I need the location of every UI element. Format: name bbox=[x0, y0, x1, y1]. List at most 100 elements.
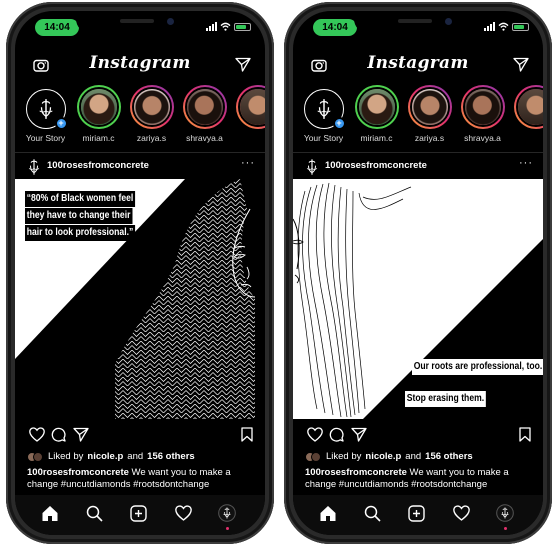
roses-logo-icon bbox=[315, 98, 333, 120]
add-post-icon[interactable] bbox=[408, 505, 425, 522]
notch bbox=[76, 11, 204, 33]
notch bbox=[354, 11, 482, 33]
divider bbox=[293, 152, 543, 153]
story-name: Your Story bbox=[303, 133, 344, 143]
notification-dot bbox=[225, 527, 229, 530]
story-partial[interactable] bbox=[231, 85, 265, 155]
home-icon[interactable] bbox=[319, 505, 337, 522]
post-quote: “80% of Black women feel they have to ch… bbox=[25, 191, 136, 241]
post-header: 100rosesfromconcrete ··· bbox=[15, 155, 265, 179]
bookmark-icon[interactable] bbox=[519, 427, 531, 442]
wifi-icon bbox=[498, 22, 509, 31]
add-story-icon: + bbox=[332, 117, 346, 130]
roses-logo-icon[interactable] bbox=[305, 158, 319, 176]
paper-plane-icon[interactable] bbox=[351, 427, 367, 442]
comment-icon[interactable] bbox=[329, 427, 344, 442]
quote-line: Our roots are professional, too. bbox=[412, 359, 543, 375]
story-zariya[interactable]: zariya.s bbox=[403, 85, 456, 155]
avatar: + bbox=[303, 89, 346, 130]
paper-plane-icon[interactable] bbox=[513, 57, 529, 72]
stories-tray: + Your Story miriam.c zariya.s shravya.a bbox=[15, 85, 265, 155]
bookmark-icon[interactable] bbox=[241, 427, 253, 442]
caption-username[interactable]: 100rosesfromconcrete bbox=[305, 467, 407, 478]
activity-heart-icon[interactable] bbox=[453, 505, 470, 521]
quote-line: Stop erasing them. bbox=[405, 391, 486, 407]
home-icon[interactable] bbox=[41, 505, 59, 522]
notification-dot bbox=[503, 527, 507, 530]
status-time: 14:04 bbox=[35, 19, 79, 36]
status-time: 14:04 bbox=[313, 19, 357, 36]
story-name: zariya.s bbox=[414, 133, 445, 143]
wifi-icon bbox=[220, 22, 231, 31]
divider bbox=[15, 152, 265, 153]
liked-user[interactable]: nicole.p bbox=[365, 451, 401, 462]
post-illustration bbox=[293, 179, 543, 419]
post-quote: Our roots are professional, too. bbox=[412, 359, 543, 375]
comment-icon[interactable] bbox=[51, 427, 66, 442]
story-name: Your Story bbox=[25, 133, 66, 143]
caption-username[interactable]: 100rosesfromconcrete bbox=[27, 467, 129, 478]
story-your-story[interactable]: + Your Story bbox=[297, 85, 350, 155]
post-actions bbox=[293, 427, 543, 447]
signal-icon bbox=[484, 22, 495, 31]
heart-icon[interactable] bbox=[307, 427, 323, 442]
more-icon[interactable]: ··· bbox=[241, 157, 255, 169]
liked-avatars bbox=[305, 451, 322, 462]
avatar: + bbox=[25, 89, 68, 130]
story-partial[interactable] bbox=[509, 85, 543, 155]
post-actions bbox=[15, 427, 265, 447]
stories-tray: + Your Story miriam.c zariya.s shravya.a bbox=[293, 85, 543, 155]
bottom-nav bbox=[15, 495, 265, 535]
post-image[interactable]: “80% of Black women feel they have to ch… bbox=[15, 179, 265, 419]
story-name: miriam.c bbox=[82, 133, 115, 143]
story-name: miriam.c bbox=[360, 133, 393, 143]
avatar bbox=[409, 87, 450, 127]
post-header: 100rosesfromconcrete ··· bbox=[293, 155, 543, 179]
quote-line: hair to look professional.” bbox=[25, 225, 135, 241]
avatar bbox=[462, 87, 503, 127]
likes-line[interactable]: Liked by nicole.p and 156 others bbox=[27, 451, 257, 462]
avatar bbox=[515, 87, 543, 127]
post-username[interactable]: 100rosesfromconcrete bbox=[47, 160, 149, 171]
paper-plane-icon[interactable] bbox=[73, 427, 89, 442]
story-shravya[interactable]: shravya.a bbox=[178, 85, 231, 155]
liked-user[interactable]: nicole.p bbox=[87, 451, 123, 462]
story-shravya[interactable]: shravya.a bbox=[456, 85, 509, 155]
paper-plane-icon[interactable] bbox=[235, 57, 251, 72]
search-icon[interactable] bbox=[364, 505, 381, 522]
activity-heart-icon[interactable] bbox=[175, 505, 192, 521]
add-story-icon: + bbox=[54, 117, 68, 130]
phone-right: 14:04 Instagram + Your Story miriam.c za… bbox=[284, 2, 552, 544]
post-image[interactable]: Our roots are professional, too. Stop er… bbox=[293, 179, 543, 419]
battery-icon bbox=[234, 22, 251, 31]
add-post-icon[interactable] bbox=[130, 505, 147, 522]
app-logo: Instagram bbox=[89, 53, 191, 73]
story-miriam[interactable]: miriam.c bbox=[72, 85, 125, 155]
app-logo: Instagram bbox=[367, 53, 469, 73]
quote-line: “80% of Black women feel bbox=[25, 191, 136, 207]
profile-icon[interactable] bbox=[496, 504, 514, 522]
liked-avatars bbox=[27, 451, 44, 462]
likes-line[interactable]: Liked by nicole.p and 156 others bbox=[305, 451, 535, 462]
likes-count[interactable]: 156 others bbox=[147, 451, 195, 462]
top-bar: Instagram bbox=[293, 53, 543, 79]
post-caption: 100rosesfromconcrete We want you to make… bbox=[305, 467, 535, 490]
avatar bbox=[237, 87, 265, 127]
top-bar: Instagram bbox=[15, 53, 265, 79]
post-caption: 100rosesfromconcrete We want you to make… bbox=[27, 467, 257, 490]
story-miriam[interactable]: miriam.c bbox=[350, 85, 403, 155]
more-icon[interactable]: ··· bbox=[519, 157, 533, 169]
screen: 14:04 Instagram + Your Story miriam.c za… bbox=[293, 11, 543, 535]
likes-count[interactable]: 156 others bbox=[425, 451, 473, 462]
phone-left: 14:04 Instagram + Your Story miriam.c za… bbox=[6, 2, 274, 544]
story-name: shravya.a bbox=[464, 133, 501, 143]
story-your-story[interactable]: + Your Story bbox=[19, 85, 72, 155]
profile-icon[interactable] bbox=[218, 504, 236, 522]
search-icon[interactable] bbox=[86, 505, 103, 522]
story-zariya[interactable]: zariya.s bbox=[125, 85, 178, 155]
post-username[interactable]: 100rosesfromconcrete bbox=[325, 160, 427, 171]
story-name: zariya.s bbox=[136, 133, 167, 143]
heart-icon[interactable] bbox=[29, 427, 45, 442]
battery-icon bbox=[512, 22, 529, 31]
roses-logo-icon[interactable] bbox=[27, 158, 41, 176]
